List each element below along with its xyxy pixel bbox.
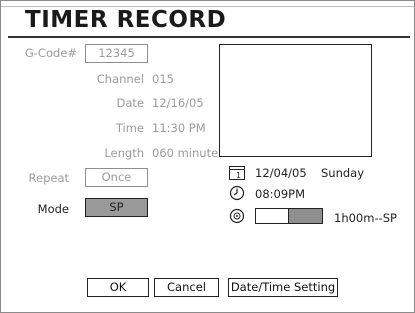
calendar-icon: 1: [229, 165, 245, 184]
disc-icon: [229, 208, 245, 228]
gcode-label: G-Code#: [24, 46, 77, 60]
current-time: 08:09PM: [255, 187, 305, 201]
channel-value: 015: [152, 72, 174, 86]
length-label: Length: [104, 146, 144, 160]
date-time-setting-button[interactable]: Date/Time Setting: [228, 278, 338, 297]
time-value: 11:30 PM: [152, 121, 206, 135]
current-date: 12/04/05: [255, 166, 307, 180]
repeat-select[interactable]: Once: [85, 168, 148, 187]
channel-label: Channel: [96, 72, 144, 86]
clock-icon: [229, 185, 245, 205]
time-label: Time: [115, 121, 144, 135]
ok-button[interactable]: OK: [87, 278, 149, 297]
video-preview: [219, 44, 372, 157]
timer-record-screen: TIMER RECORD G-Code# 12345 Channel 015 D…: [0, 0, 415, 313]
page-title: TIMER RECORD: [25, 7, 227, 33]
length-value: 060 minute: [152, 146, 219, 160]
svg-text:1: 1: [236, 171, 241, 180]
title-divider: [8, 36, 410, 38]
date-label: Date: [116, 96, 145, 110]
disc-space-bar: [255, 208, 323, 224]
disc-space-used: [288, 209, 322, 223]
gcode-field[interactable]: 12345: [85, 44, 148, 63]
current-day: Sunday: [321, 166, 365, 180]
mode-select[interactable]: SP: [85, 198, 148, 217]
date-value: 12/16/05: [152, 96, 204, 110]
repeat-label: Repeat: [28, 171, 69, 185]
remaining-time: 1h00m--SP: [334, 211, 397, 225]
cancel-button[interactable]: Cancel: [154, 278, 219, 297]
mode-label: Mode: [37, 202, 69, 216]
